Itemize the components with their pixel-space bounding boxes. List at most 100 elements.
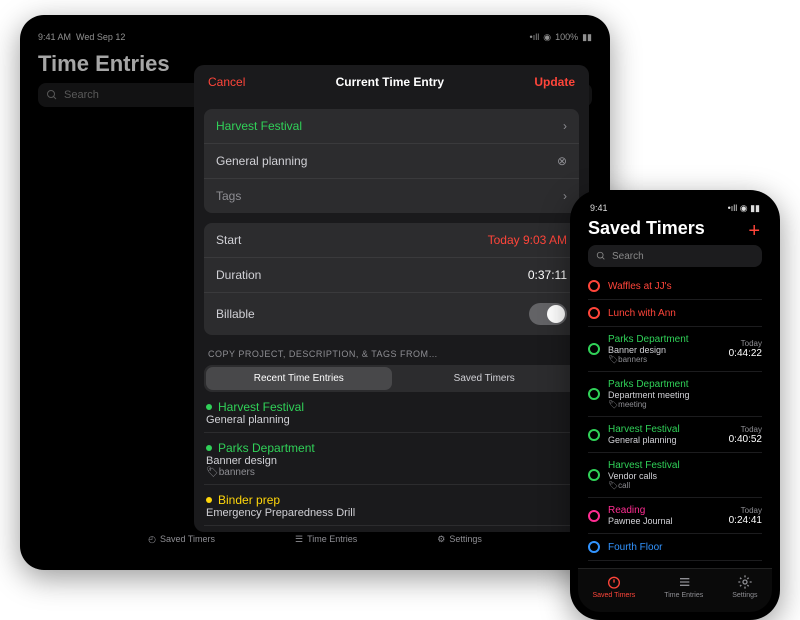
project-label: Harvest Festival: [216, 119, 302, 133]
update-button[interactable]: Update: [534, 75, 575, 89]
item-tag: 🏷meeting: [608, 400, 762, 409]
play-timer-button[interactable]: [588, 429, 600, 441]
gear-icon: ⚙: [437, 534, 445, 545]
project-row[interactable]: Harvest Festival ›: [204, 109, 579, 144]
item-project: Harvest Festival: [608, 424, 721, 435]
saved-timer-item[interactable]: Parks DepartmentDepartment meeting🏷meeti…: [588, 372, 762, 417]
sheet-body[interactable]: Harvest Festival › General planning ⊗ Ta…: [194, 99, 589, 532]
saved-timer-item[interactable]: Lunch with Ann: [588, 300, 762, 327]
add-button[interactable]: +: [748, 220, 760, 243]
play-timer-button[interactable]: [588, 469, 600, 481]
item-info: Waffles at JJ's: [608, 281, 762, 292]
entry-tag: 🏷banners: [206, 467, 577, 478]
item-description: Banner design: [608, 345, 721, 355]
item-duration: 0:40:52: [729, 434, 762, 445]
item-info: Parks DepartmentBanner design🏷banners: [608, 334, 721, 364]
billable-toggle[interactable]: [529, 303, 567, 325]
recent-entry[interactable]: Parks DepartmentBanner design🏷banners: [204, 433, 579, 485]
item-project: Parks Department: [608, 379, 762, 390]
recent-entries-list: Harvest FestivalGeneral planningParks De…: [204, 392, 579, 532]
iphone-device: 9:41 •ıll ◉ ▮▮ + Saved Timers Search Waf…: [570, 190, 780, 620]
clear-icon[interactable]: ⊗: [557, 154, 567, 168]
iphone-screen: 9:41 •ıll ◉ ▮▮ + Saved Timers Search Waf…: [578, 198, 772, 612]
project-group: Harvest Festival › General planning ⊗ Ta…: [204, 109, 579, 213]
status-time: 9:41: [590, 203, 608, 213]
play-timer-button[interactable]: [588, 343, 600, 355]
project-dot: [206, 404, 212, 410]
segment-recent[interactable]: Recent Time Entries: [206, 367, 392, 390]
tab-label: Time Entries: [664, 592, 703, 599]
tab-label: Time Entries: [307, 534, 357, 544]
list-icon: [676, 574, 692, 590]
recent-entry[interactable]: Binder prepEmergency Preparedness Drill: [204, 485, 579, 526]
duration-value: 0:37:11: [528, 268, 567, 282]
item-today: Today: [729, 425, 762, 434]
entry-project: Binder prep: [206, 493, 577, 507]
sheet-title: Current Time Entry: [336, 75, 444, 89]
start-row[interactable]: Start Today 9:03 AM: [204, 223, 579, 258]
copy-source-segment[interactable]: Recent Time Entries Saved Timers: [204, 365, 579, 392]
saved-timer-item[interactable]: Harvest FestivalVendor calls🏷call: [588, 453, 762, 498]
recent-entry[interactable]: Harvest FestivalGeneral planning: [204, 392, 579, 433]
play-timer-button[interactable]: [588, 541, 600, 553]
description-label: General planning: [216, 154, 307, 168]
item-tag: 🏷banners: [608, 355, 721, 364]
timing-group: Start Today 9:03 AM Duration 0:37:11 Bil…: [204, 223, 579, 335]
entry-project: Parks Department: [206, 441, 577, 455]
ipad-screen: 9:41 AM Wed Sep 12 •ıll◉100%▮▮ Time Entr…: [34, 29, 596, 556]
billable-row[interactable]: Billable: [204, 293, 579, 335]
item-description: Vendor calls: [608, 471, 762, 481]
copy-section-title: COPY PROJECT, DESCRIPTION, & TAGS FROM…: [208, 349, 575, 359]
project-dot: [206, 445, 212, 451]
tab-settings[interactable]: ⚙ Settings: [437, 534, 482, 545]
item-info: Fourth Floor: [608, 542, 762, 553]
segment-saved[interactable]: Saved Timers: [392, 367, 578, 390]
start-label: Start: [216, 233, 241, 247]
billable-label: Billable: [216, 307, 255, 321]
play-timer-button[interactable]: [588, 280, 600, 292]
iphone-search-input[interactable]: Search: [588, 245, 762, 267]
item-today: Today: [729, 506, 762, 515]
saved-timer-item[interactable]: Fourth Floor: [588, 534, 762, 561]
duration-row[interactable]: Duration 0:37:11: [204, 258, 579, 293]
status-icons: •ıll ◉ ▮▮: [728, 203, 760, 214]
tab-label: Settings: [449, 534, 482, 544]
entry-project: Harvest Festival: [206, 400, 577, 414]
chevron-right-icon: ›: [563, 119, 567, 133]
ipad-tabbar: ◴Saved Timers ☰ Time Entries ⚙ Settings: [34, 522, 596, 556]
start-value: Today 9:03 AM: [488, 233, 567, 247]
saved-timer-item[interactable]: Harvest FestivalGeneral planning Today0:4…: [588, 417, 762, 453]
item-project: Reading: [608, 505, 721, 516]
item-description: General planning: [608, 435, 721, 445]
item-project: Lunch with Ann: [608, 308, 762, 319]
description-row[interactable]: General planning ⊗: [204, 144, 579, 179]
ipad-device: 9:41 AM Wed Sep 12 •ıll◉100%▮▮ Time Entr…: [20, 15, 610, 570]
sheet-header: Cancel Current Time Entry Update: [194, 65, 589, 99]
iphone-page-title: Saved Timers: [588, 218, 762, 239]
item-info: Harvest FestivalVendor calls🏷call: [608, 460, 762, 490]
tags-row[interactable]: Tags ›: [204, 179, 579, 213]
cancel-button[interactable]: Cancel: [208, 75, 245, 89]
project-dot: [206, 497, 212, 503]
saved-timer-item[interactable]: ReadingPawnee Journal Today0:24:41: [588, 498, 762, 534]
item-description: Pawnee Journal: [608, 516, 721, 526]
saved-timer-item[interactable]: Waffles at JJ's: [588, 273, 762, 300]
iphone-tabbar: Saved Timers Time Entries Settings: [578, 568, 772, 612]
list-icon: ☰: [295, 534, 303, 545]
saved-timer-item[interactable]: Parks DepartmentBanner design🏷bannersTod…: [588, 327, 762, 372]
play-timer-button[interactable]: [588, 510, 600, 522]
item-duration: 0:24:41: [729, 515, 762, 526]
item-tag: 🏷call: [608, 481, 762, 490]
play-timer-button[interactable]: [588, 307, 600, 319]
tab-saved-timers[interactable]: ◴Saved Timers: [148, 534, 215, 545]
search-icon: [596, 251, 606, 261]
item-info: Parks DepartmentDepartment meeting🏷meeti…: [608, 379, 762, 409]
item-meta: Today0:24:41: [729, 506, 762, 526]
item-info: ReadingPawnee Journal: [608, 505, 721, 526]
tab-label: Saved Timers: [160, 534, 215, 544]
entry-description: Emergency Preparedness Drill: [206, 507, 577, 519]
item-project: Fourth Floor: [608, 542, 762, 553]
play-timer-button[interactable]: [588, 388, 600, 400]
tab-time-entries[interactable]: ☰ Time Entries: [295, 534, 357, 545]
item-description: Department meeting: [608, 390, 762, 400]
